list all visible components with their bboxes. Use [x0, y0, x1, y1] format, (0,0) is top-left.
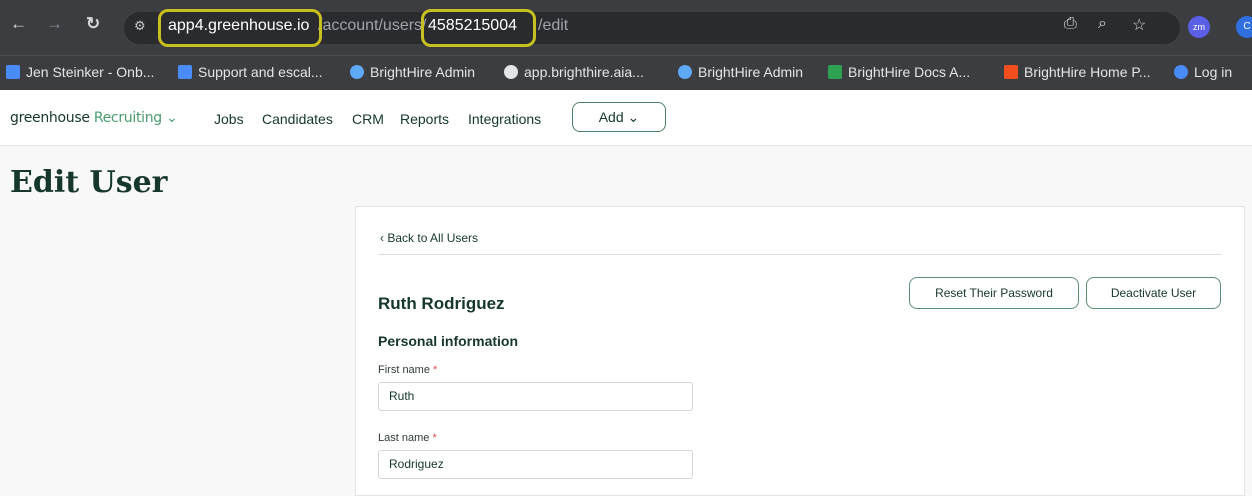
reload-icon[interactable]: ↻ — [86, 14, 100, 34]
back-to-users-link[interactable]: ‹ Back to All Users — [380, 231, 478, 245]
chevron-left-icon: ‹ — [380, 231, 384, 245]
back-arrow-icon[interactable]: ← — [10, 14, 27, 34]
profile-avatar[interactable]: zm — [1188, 16, 1210, 38]
bookmark-label: BrightHire Admin — [698, 64, 804, 80]
url-path[interactable]: /account/users/ — [318, 17, 427, 35]
logo-product: Recruiting — [93, 110, 162, 126]
reset-password-button[interactable]: Reset Their Password — [909, 277, 1079, 309]
first-name-input[interactable]: Ruth — [378, 382, 693, 411]
app-nav: greenhouse Recruiting ⌄ Jobs Candidates … — [0, 90, 1252, 146]
sheets-icon — [828, 65, 842, 79]
bookmark-label: Support and escal... — [198, 64, 323, 80]
docs-icon — [178, 65, 192, 79]
last-name-label-text: Last name — [378, 432, 430, 444]
required-mark: * — [432, 432, 437, 444]
profile-avatar-2[interactable]: C — [1236, 16, 1252, 38]
logo-main: greenhouse — [10, 110, 90, 126]
gear-icon — [678, 65, 692, 79]
bookmark-item[interactable]: BrightHire Admin — [350, 64, 475, 80]
bookmark-item[interactable]: BrightHire Home P... — [1004, 64, 1151, 80]
last-name-label: Last name * — [378, 432, 437, 444]
address-row: ← → ↻ ⚙ app4.greenhouse.io /account/user… — [0, 0, 1252, 55]
bookmark-label: Jen Steinker - Onb... — [26, 64, 155, 80]
nav-crm[interactable]: CRM — [352, 111, 384, 127]
bookmark-label: BrightHire Home P... — [1024, 64, 1151, 80]
chevron-down-icon: ⌄ — [166, 110, 178, 126]
bookmark-item[interactable]: BrightHire Admin — [678, 64, 803, 80]
bookmarks-bar: Jen Steinker - Onb... Support and escal.… — [0, 55, 1252, 90]
bookmark-item[interactable]: BrightHire Docs A... — [828, 64, 970, 80]
first-name-label-text: First name — [378, 364, 430, 376]
first-name-label: First name * — [378, 364, 437, 376]
bookmark-item[interactable]: Support and escal... — [178, 64, 323, 80]
forward-arrow-icon[interactable]: → — [46, 14, 63, 34]
star-icon[interactable]: ☆ — [1132, 15, 1146, 35]
bookmark-label: app.brighthire.aia... — [524, 64, 644, 80]
bookmark-label: BrightHire Admin — [370, 64, 476, 80]
drop-icon — [1174, 65, 1188, 79]
nav-reports[interactable]: Reports — [400, 111, 449, 127]
nav-candidates[interactable]: Candidates — [262, 111, 333, 127]
site-info-icon[interactable]: ⚙ — [134, 18, 146, 34]
bookmark-item[interactable]: Jen Steinker - Onb... — [6, 64, 154, 80]
deactivate-user-button[interactable]: Deactivate User — [1086, 277, 1221, 309]
nav-integrations[interactable]: Integrations — [468, 111, 541, 127]
globe-icon — [504, 65, 518, 79]
add-button[interactable]: Add ⌄ — [572, 102, 666, 132]
chevron-down-icon: ⌄ — [627, 109, 640, 125]
highlight-host-annotation — [158, 9, 322, 47]
url-tail[interactable]: /edit — [538, 17, 568, 35]
greenhouse-logo[interactable]: greenhouse Recruiting ⌄ — [10, 110, 178, 126]
highlight-id-annotation — [421, 9, 536, 47]
figma-icon — [1004, 65, 1018, 79]
page-title: Edit User — [10, 165, 168, 200]
section-title: Personal information — [378, 333, 519, 349]
bookmark-item[interactable]: Log in — [1174, 64, 1232, 80]
gear-icon — [350, 65, 364, 79]
bookmark-item[interactable]: app.brighthire.aia... — [504, 64, 644, 80]
add-label: Add — [598, 109, 624, 125]
user-name: Ruth Rodriguez — [378, 294, 505, 313]
install-app-icon[interactable]: ⎙ — [1064, 15, 1077, 33]
docs-icon — [6, 65, 20, 79]
required-mark: * — [433, 364, 438, 376]
divider — [378, 254, 1221, 255]
last-name-input[interactable]: Rodriguez — [378, 450, 693, 479]
bookmark-label: BrightHire Docs A... — [848, 64, 971, 80]
nav-jobs[interactable]: Jobs — [214, 111, 244, 127]
bookmark-label: Log in — [1194, 64, 1233, 80]
zoom-icon[interactable]: ⌕ — [1098, 15, 1107, 33]
back-link-label: Back to All Users — [387, 231, 479, 245]
